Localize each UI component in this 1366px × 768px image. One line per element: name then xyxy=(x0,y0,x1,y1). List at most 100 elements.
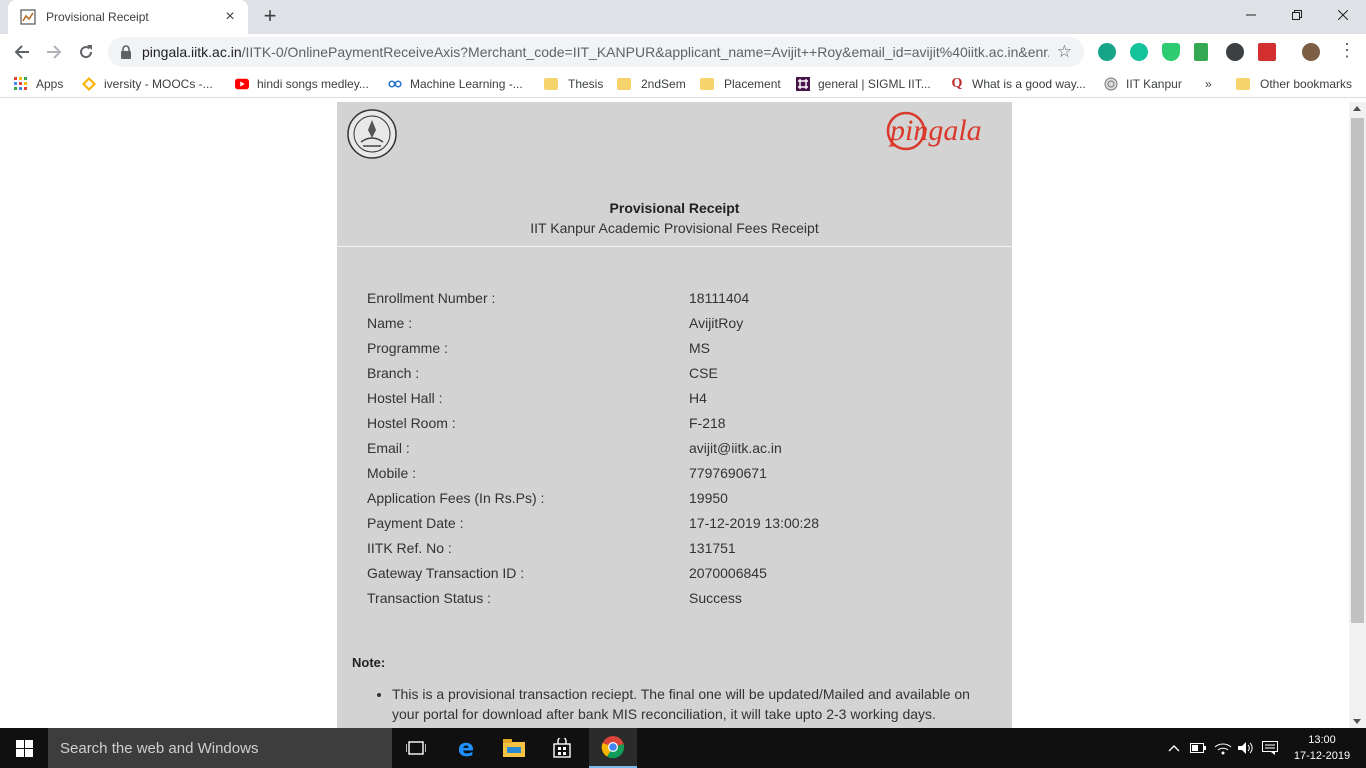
bookmark-iit-kanpur[interactable]: IIT Kanpur xyxy=(1104,75,1182,93)
row-value: avijit@iitk.ac.in xyxy=(689,440,782,456)
reload-icon xyxy=(80,45,93,59)
start-button[interactable] xyxy=(0,728,48,768)
notifications-icon[interactable] xyxy=(1260,738,1280,758)
bookmark-quora[interactable]: Q What is a good way... xyxy=(950,75,1086,93)
row-value: H4 xyxy=(689,390,707,406)
row-value: 17-12-2019 13:00:28 xyxy=(689,515,819,531)
receipt-row-name: Name : AvijitRoy xyxy=(367,315,987,340)
row-label: Email : xyxy=(367,440,410,456)
receipt-row-payment-date: Payment Date : 17-12-2019 13:00:28 xyxy=(367,515,987,540)
edge-taskbar-button[interactable]: e xyxy=(442,728,490,768)
edge-icon: e xyxy=(457,734,475,762)
extension-red-icon[interactable] xyxy=(1258,43,1276,61)
bookmark-machine-learning[interactable]: Machine Learning -... xyxy=(388,75,523,93)
chevron-up-icon xyxy=(1168,745,1180,752)
reload-button[interactable] xyxy=(74,40,98,64)
store-taskbar-button[interactable] xyxy=(538,728,586,768)
bookmark-2ndsem[interactable]: 2ndSem xyxy=(617,75,686,93)
battery-icon[interactable] xyxy=(1188,738,1208,758)
chrome-taskbar-button[interactable] xyxy=(589,728,637,768)
folder-icon xyxy=(1236,78,1250,90)
sheets-extension-icon[interactable] xyxy=(1194,43,1208,61)
folder-icon xyxy=(700,78,714,90)
receipt-row-programme: Programme : MS xyxy=(367,340,987,365)
file-explorer-taskbar-button[interactable] xyxy=(490,728,538,768)
bookmark-thesis[interactable]: Thesis xyxy=(544,75,603,93)
bookmark-label: Thesis xyxy=(568,77,604,91)
row-value: 2070006845 xyxy=(689,565,767,581)
bookmarks-bar: Apps iversity - MOOCs -... hindi songs m… xyxy=(0,70,1366,98)
bookmark-label: 2ndSem xyxy=(641,77,686,91)
bookmark-label: hindi songs medley... xyxy=(257,77,369,91)
browser-menu-icon[interactable]: ⋮ xyxy=(1338,40,1356,64)
close-window-button[interactable] xyxy=(1320,0,1366,30)
row-value: Success xyxy=(689,590,742,606)
page-scrollbar[interactable] xyxy=(1349,102,1366,728)
bookmark-label: Placement xyxy=(724,77,781,91)
row-label: IITK Ref. No : xyxy=(367,540,452,556)
row-value: 131751 xyxy=(689,540,736,556)
url-host: pingala.iitk.ac.in xyxy=(142,44,242,60)
row-label: Branch : xyxy=(367,365,420,381)
receipt-row-hostel-room: Hostel Room : F-218 xyxy=(367,415,987,440)
row-label: Payment Date : xyxy=(367,515,464,531)
file-explorer-icon xyxy=(503,739,525,757)
chrome-icon xyxy=(601,736,625,759)
browser-toolbar: pingala.iitk.ac.in/IITK-0/OnlinePaymentR… xyxy=(0,34,1366,70)
address-bar[interactable]: pingala.iitk.ac.in/IITK-0/OnlinePaymentR… xyxy=(108,37,1084,67)
profile-avatar[interactable] xyxy=(1302,43,1320,61)
bookmark-star-icon[interactable]: ☆ xyxy=(1057,42,1072,62)
bookmark-sigml[interactable]: general | SIGML IIT... xyxy=(796,75,931,93)
wifi-icon[interactable] xyxy=(1212,738,1234,758)
restore-icon xyxy=(1292,10,1302,20)
iversity-icon xyxy=(82,77,96,91)
extension-e-icon[interactable] xyxy=(1226,43,1244,61)
bookmark-label: Other bookmarks xyxy=(1260,77,1353,91)
bookmark-hindi-songs[interactable]: hindi songs medley... xyxy=(235,75,369,93)
taskbar-clock[interactable]: 13:00 17-12-2019 xyxy=(1290,732,1354,764)
minimize-button[interactable] xyxy=(1228,0,1274,30)
receipt-row-enrollment: Enrollment Number : 18111404 xyxy=(367,290,987,315)
browser-tab[interactable]: Provisional Receipt × xyxy=(8,0,248,34)
new-tab-button[interactable]: + xyxy=(259,5,281,28)
scroll-up-arrow-icon[interactable] xyxy=(1353,106,1361,111)
receipt-subtitle: IIT Kanpur Academic Provisional Fees Rec… xyxy=(530,220,819,236)
note-item: This is a provisional transaction reciep… xyxy=(392,684,975,724)
taskbar-search[interactable] xyxy=(48,728,392,768)
grammarly-extension-icon[interactable] xyxy=(1130,43,1148,61)
bookmark-iversity[interactable]: iversity - MOOCs -... xyxy=(82,75,213,93)
bookmark-placement[interactable]: Placement xyxy=(700,75,781,93)
row-value: F-218 xyxy=(689,415,726,431)
receipt-row-hostel-hall: Hostel Hall : H4 xyxy=(367,390,987,415)
receipt-row-mobile: Mobile : 7797690671 xyxy=(367,465,987,490)
restore-button[interactable] xyxy=(1274,0,1320,30)
minimize-icon xyxy=(1246,14,1256,16)
slack-icon xyxy=(796,77,810,91)
row-value: 19950 xyxy=(689,490,728,506)
bookmark-label: Machine Learning -... xyxy=(410,77,523,91)
row-label: Gateway Transaction ID : xyxy=(367,565,525,581)
row-value: 7797690671 xyxy=(689,465,767,481)
tab-close-icon[interactable]: × xyxy=(222,8,238,26)
scrollbar-thumb[interactable] xyxy=(1351,118,1364,623)
receipt-card: pingala Provisional Receipt IIT Kanpur A… xyxy=(337,102,1012,728)
task-view-button[interactable] xyxy=(392,728,440,768)
volume-icon[interactable] xyxy=(1236,738,1256,758)
store-bag-icon xyxy=(553,738,571,758)
page-viewport: pingala Provisional Receipt IIT Kanpur A… xyxy=(0,102,1349,728)
bookmark-apps[interactable]: Apps xyxy=(14,75,63,93)
mendeley-extension-icon[interactable] xyxy=(1098,43,1116,61)
folder-icon xyxy=(544,78,558,90)
bookmark-label: general | SIGML IIT... xyxy=(818,77,931,91)
iitk-seal-logo xyxy=(347,109,397,159)
bookmark-other-bookmarks[interactable]: Other bookmarks xyxy=(1236,75,1352,93)
note-title: Note: xyxy=(352,655,386,670)
taskbar-search-input[interactable] xyxy=(60,739,380,757)
tray-overflow-icon[interactable] xyxy=(1164,738,1184,758)
forward-button[interactable] xyxy=(42,40,66,64)
bookmarks-overflow-button[interactable]: » xyxy=(1205,75,1212,93)
scroll-down-arrow-icon[interactable] xyxy=(1353,719,1361,724)
back-button[interactable] xyxy=(10,40,34,64)
browser-titlebar: Provisional Receipt × + xyxy=(0,0,1366,34)
shield-extension-icon[interactable] xyxy=(1162,43,1180,61)
